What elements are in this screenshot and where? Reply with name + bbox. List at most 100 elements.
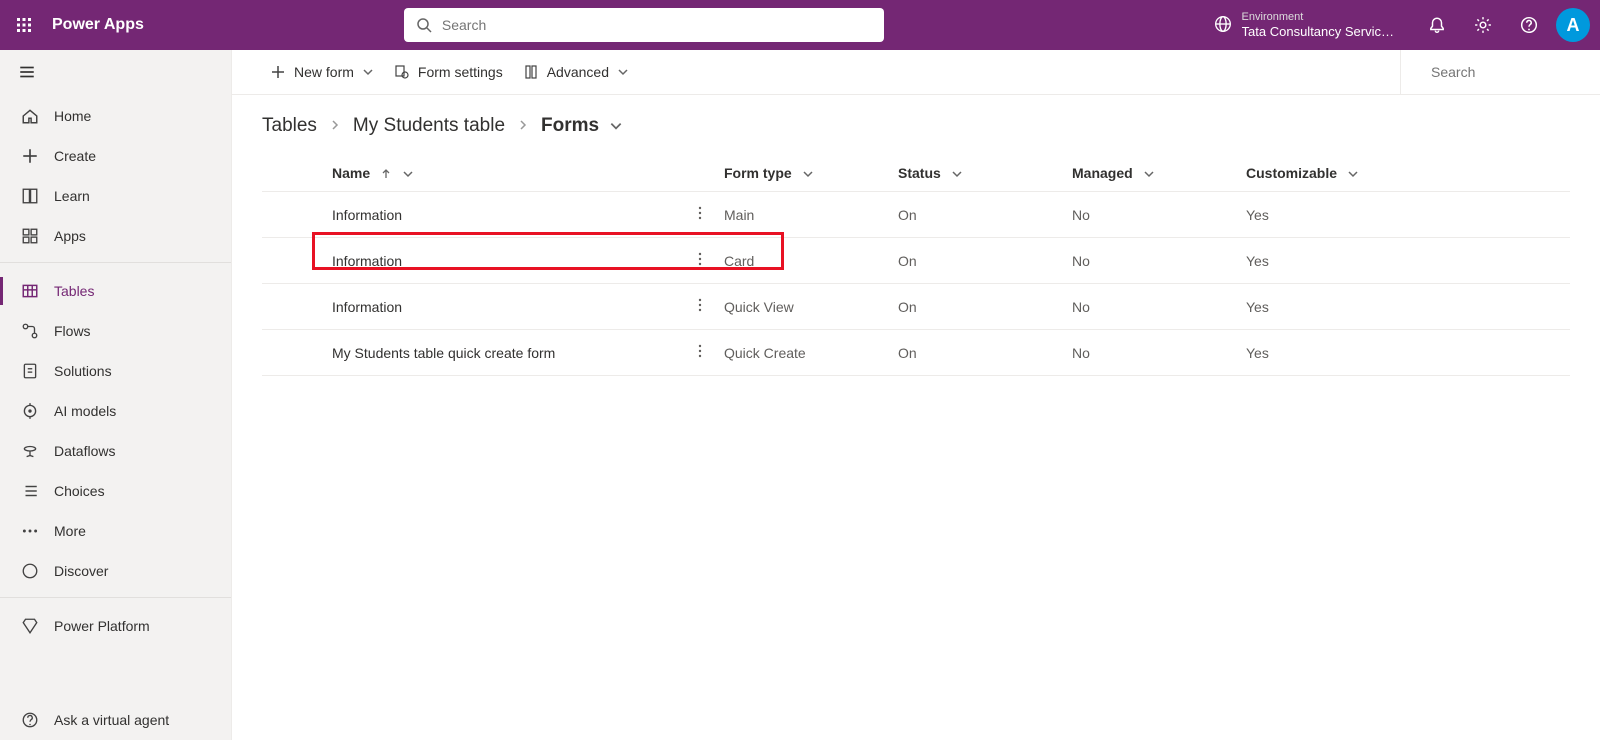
sidebar-item-label: Apps: [54, 228, 86, 244]
row-actions-button[interactable]: [684, 192, 716, 238]
cell-managed: No: [1064, 192, 1238, 238]
solution-icon: [18, 362, 42, 380]
global-search-input[interactable]: [442, 17, 872, 33]
table-row[interactable]: InformationCardOnNoYes: [262, 238, 1570, 284]
settings-button[interactable]: [1460, 0, 1506, 50]
cell-form-type: Quick Create: [716, 330, 890, 376]
hamburger-icon: [18, 63, 36, 81]
sidebar-item-label: Discover: [54, 563, 108, 579]
col-header-form-type-label: Form type: [724, 165, 792, 181]
col-header-status-label: Status: [898, 165, 941, 181]
sidebar-item-solutions[interactable]: Solutions: [0, 351, 231, 391]
sidebar-item-label: Learn: [54, 188, 90, 204]
form-settings-icon: [394, 64, 410, 80]
table-row[interactable]: My Students table quick create formQuick…: [262, 330, 1570, 376]
row-actions-button[interactable]: [684, 284, 716, 330]
forms-table: Name Form type Status: [262, 155, 1570, 376]
breadcrumb-parent[interactable]: My Students table: [353, 115, 505, 137]
sidebar-item-create[interactable]: Create: [0, 136, 231, 176]
advanced-button[interactable]: Advanced: [513, 50, 639, 95]
cell-status: On: [890, 192, 1064, 238]
cell-customizable: Yes: [1238, 330, 1570, 376]
cell-form-type: Card: [716, 238, 890, 284]
environment-name: Tata Consultancy Servic…: [1242, 24, 1394, 40]
notifications-button[interactable]: [1414, 0, 1460, 50]
breadcrumb-current[interactable]: Forms: [541, 115, 623, 137]
gear-icon: [1474, 16, 1492, 34]
cell-status: On: [890, 238, 1064, 284]
cell-customizable: Yes: [1238, 284, 1570, 330]
more-vertical-icon: [692, 205, 708, 221]
row-actions-button[interactable]: [684, 330, 716, 376]
ai-icon: [18, 402, 42, 420]
sidebar: Home Create Learn Apps Tables Flows Solutions…: [0, 50, 232, 740]
waffle-icon: [16, 17, 32, 33]
platform-icon: [18, 617, 42, 635]
sidebar-item-apps[interactable]: Apps: [0, 216, 231, 256]
row-actions-button[interactable]: [684, 238, 716, 284]
col-header-name[interactable]: Name: [324, 155, 684, 192]
sidebar-toggle[interactable]: [0, 50, 231, 94]
chevron-down-icon: [362, 66, 374, 78]
sidebar-item-dataflows[interactable]: Dataflows: [0, 431, 231, 471]
sidebar-item-ai-models[interactable]: AI models: [0, 391, 231, 431]
plus-icon: [270, 64, 286, 80]
cell-managed: No: [1064, 238, 1238, 284]
sidebar-item-more[interactable]: More: [0, 511, 231, 551]
flow-icon: [18, 322, 42, 340]
sidebar-item-discover[interactable]: Discover: [0, 551, 231, 591]
advanced-label: Advanced: [547, 64, 609, 80]
breadcrumb: Tables My Students table Forms: [262, 115, 1570, 137]
sidebar-item-label: Create: [54, 148, 96, 164]
col-header-status[interactable]: Status: [890, 155, 1064, 192]
cell-name: Information: [324, 284, 684, 330]
environment-picker[interactable]: Environment Tata Consultancy Servic…: [1214, 11, 1394, 40]
bell-icon: [1428, 16, 1446, 34]
form-settings-button[interactable]: Form settings: [384, 50, 513, 95]
breadcrumb-root[interactable]: Tables: [262, 115, 317, 137]
sidebar-nav: Home Create Learn Apps Tables Flows Solutions…: [0, 94, 231, 700]
cell-form-type: Quick View: [716, 284, 890, 330]
more-icon: [18, 522, 42, 540]
table-row[interactable]: InformationMainOnNoYes: [262, 192, 1570, 238]
avatar[interactable]: A: [1556, 8, 1590, 42]
top-bar: Power Apps Environment Tata Consultancy …: [0, 0, 1600, 50]
app-title: Power Apps: [52, 16, 144, 34]
command-search-input[interactable]: [1431, 64, 1600, 80]
chevron-down-icon: [1341, 165, 1359, 181]
more-vertical-icon: [692, 343, 708, 359]
global-search[interactable]: [404, 8, 884, 42]
col-header-managed[interactable]: Managed: [1064, 155, 1238, 192]
help-button[interactable]: [1506, 0, 1552, 50]
waffle-button[interactable]: [0, 0, 48, 50]
discover-icon: [18, 562, 42, 580]
sidebar-item-home[interactable]: Home: [0, 96, 231, 136]
sort-asc-icon: [374, 165, 392, 181]
cell-customizable: Yes: [1238, 238, 1570, 284]
col-header-customizable[interactable]: Customizable: [1238, 155, 1570, 192]
sidebar-item-label: Tables: [54, 283, 94, 299]
cell-managed: No: [1064, 330, 1238, 376]
sidebar-item-ask-a-virtual-agent[interactable]: Ask a virtual agent: [0, 700, 231, 740]
col-header-customizable-label: Customizable: [1246, 165, 1337, 181]
sidebar-item-label: Solutions: [54, 363, 112, 379]
sidebar-item-tables[interactable]: Tables: [0, 271, 231, 311]
command-search[interactable]: [1400, 50, 1600, 95]
table-row[interactable]: InformationQuick ViewOnNoYes: [262, 284, 1570, 330]
col-header-form-type[interactable]: Form type: [716, 155, 890, 192]
cell-managed: No: [1064, 284, 1238, 330]
sidebar-separator: [0, 597, 231, 598]
chevron-down-icon: [617, 66, 629, 78]
sidebar-item-learn[interactable]: Learn: [0, 176, 231, 216]
sidebar-item-power-platform[interactable]: Power Platform: [0, 606, 231, 646]
chevron-down-icon: [1137, 165, 1155, 181]
more-vertical-icon: [692, 251, 708, 267]
cell-name: Information: [324, 192, 684, 238]
sidebar-item-choices[interactable]: Choices: [0, 471, 231, 511]
chevron-right-icon: [329, 115, 341, 137]
sidebar-item-flows[interactable]: Flows: [0, 311, 231, 351]
chevron-down-icon: [796, 165, 814, 181]
help-icon: [1520, 16, 1538, 34]
new-form-button[interactable]: New form: [260, 50, 384, 95]
top-right: Environment Tata Consultancy Servic… A: [1214, 0, 1600, 50]
